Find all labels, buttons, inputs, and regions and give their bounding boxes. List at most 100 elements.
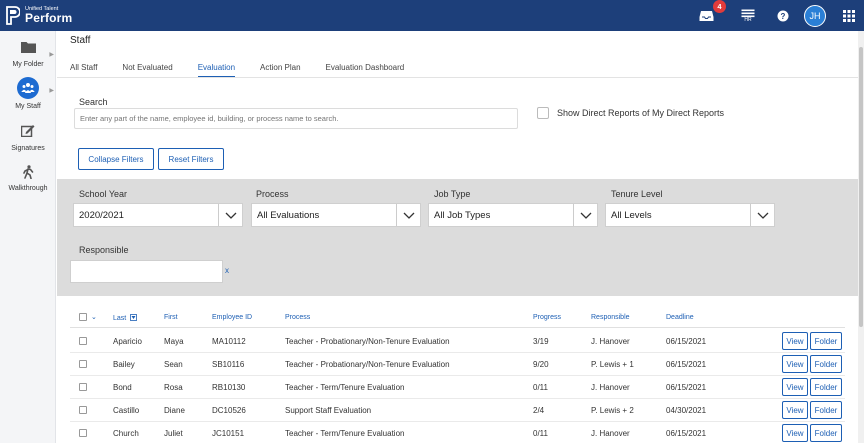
column-header-deadline[interactable]: Deadline xyxy=(666,314,694,321)
row-checkbox[interactable] xyxy=(79,360,87,368)
hr-label: HR xyxy=(744,16,752,23)
cell-last: Bond xyxy=(113,383,132,392)
column-header-employee-id[interactable]: Employee ID xyxy=(212,314,252,321)
tab-not-evaluated[interactable]: Not Evaluated xyxy=(122,63,172,78)
process-label: Process xyxy=(256,189,289,199)
notifications-button[interactable]: 4 xyxy=(696,0,726,26)
sidebar-item-my-staff[interactable]: ▶ My Staff xyxy=(0,77,56,110)
column-header-progress[interactable]: Progress xyxy=(533,314,561,321)
responsible-input[interactable] xyxy=(70,260,223,283)
tenure-level-select[interactable]: All Levels xyxy=(605,203,775,227)
column-header-last[interactable]: Last xyxy=(113,314,138,322)
cell-deadline: 04/30/2021 xyxy=(666,406,707,415)
cell-responsible: J. Hanover xyxy=(591,383,630,392)
cell-first: Diane xyxy=(164,406,185,415)
table-row[interactable]: Castillo Diane DC10526 Support Staff Eva… xyxy=(70,399,845,422)
cell-deadline: 06/15/2021 xyxy=(666,360,707,369)
clear-responsible-button[interactable]: x xyxy=(225,266,229,275)
folder-button[interactable]: Folder xyxy=(810,378,842,396)
apps-menu-button[interactable] xyxy=(840,7,858,25)
column-header-process[interactable]: Process xyxy=(285,314,310,321)
view-button[interactable]: View xyxy=(782,378,808,396)
scrollbar-thumb[interactable] xyxy=(859,47,863,327)
sidebar-item-label: Signatures xyxy=(11,145,45,152)
page-scrollbar[interactable] xyxy=(858,31,864,443)
cell-deadline: 06/15/2021 xyxy=(666,337,707,346)
page-title: Staff xyxy=(70,35,91,46)
sidebar-item-label: My Staff xyxy=(15,103,41,110)
reset-filters-button[interactable]: Reset Filters xyxy=(158,148,224,170)
logo-icon xyxy=(6,6,20,25)
cell-first: Rosa xyxy=(164,383,183,392)
cell-last: Castillo xyxy=(113,406,140,415)
chevron-down-icon xyxy=(573,204,597,226)
cell-progress: 0/11 xyxy=(533,383,548,392)
view-button[interactable]: View xyxy=(782,424,808,442)
tab-evaluation[interactable]: Evaluation xyxy=(197,63,236,78)
column-header-responsible[interactable]: Responsible xyxy=(591,314,630,321)
cell-first: Sean xyxy=(164,360,183,369)
direct-reports-checkbox[interactable] xyxy=(537,107,549,119)
select-all-checkbox[interactable] xyxy=(79,313,87,321)
cell-employee-id: MA10112 xyxy=(212,337,246,346)
cell-deadline: 06/15/2021 xyxy=(666,383,707,392)
cell-progress: 3/19 xyxy=(533,337,549,346)
pen-icon xyxy=(21,125,35,137)
tenure-level-value: All Levels xyxy=(611,209,652,221)
logo-title: Perform xyxy=(25,11,73,26)
row-checkbox[interactable] xyxy=(79,337,87,345)
folder-button[interactable]: Folder xyxy=(810,355,842,373)
help-button[interactable]: ? xyxy=(773,6,793,26)
cell-process: Teacher - Probationary/Non-Tenure Evalua… xyxy=(285,360,450,369)
cell-process: Teacher - Term/Tenure Evaluation xyxy=(285,383,405,392)
folder-button[interactable]: Folder xyxy=(810,424,842,442)
direct-reports-toggle[interactable]: Show Direct Reports of My Direct Reports xyxy=(537,107,724,119)
view-button[interactable]: View xyxy=(782,355,808,373)
sidebar-item-my-folder[interactable]: ▶ My Folder xyxy=(0,41,56,68)
view-button[interactable]: View xyxy=(782,332,808,350)
app-logo[interactable]: Unified Talent Perform xyxy=(6,6,72,25)
cell-responsible: J. Hanover xyxy=(591,337,630,346)
folder-button[interactable]: Folder xyxy=(810,332,842,350)
inbox-icon xyxy=(699,10,713,21)
sidebar-item-walkthrough[interactable]: Walkthrough xyxy=(0,165,56,192)
grid-icon xyxy=(843,9,855,22)
cell-process: Support Staff Evaluation xyxy=(285,406,372,415)
row-checkbox[interactable] xyxy=(79,406,87,414)
user-avatar[interactable]: JH xyxy=(804,4,826,27)
collapse-filters-button[interactable]: Collapse Filters xyxy=(78,148,154,170)
direct-reports-label: Show Direct Reports of My Direct Reports xyxy=(557,108,725,118)
cell-process: Teacher - Probationary/Non-Tenure Evalua… xyxy=(285,337,450,346)
column-header-first[interactable]: First xyxy=(164,314,178,321)
cell-progress: 9/20 xyxy=(533,360,549,369)
walker-icon xyxy=(22,165,33,179)
search-label: Search xyxy=(79,97,108,107)
tab-action-plan[interactable]: Action Plan xyxy=(260,63,300,78)
hr-button[interactable]: HR xyxy=(738,6,758,26)
folder-icon xyxy=(20,42,36,53)
folder-button[interactable]: Folder xyxy=(810,401,842,419)
select-all-chevron-icon[interactable]: ⌄ xyxy=(91,313,97,321)
svg-text:?: ? xyxy=(781,12,786,21)
table-row[interactable]: Bond Rosa RB10130 Teacher - Term/Tenure … xyxy=(70,376,845,399)
top-bar: Unified Talent Perform 4 HR ? JH xyxy=(0,0,864,31)
tab-all-staff[interactable]: All Staff xyxy=(70,63,97,78)
sort-icon xyxy=(130,314,138,321)
row-checkbox[interactable] xyxy=(79,383,87,391)
search-input[interactable] xyxy=(74,108,518,129)
cell-responsible: J. Hanover xyxy=(591,429,630,438)
process-select[interactable]: All Evaluations xyxy=(251,203,421,227)
tab-evaluation-dashboard[interactable]: Evaluation Dashboard xyxy=(326,63,405,78)
sidebar-item-signatures[interactable]: Signatures xyxy=(0,124,56,152)
cell-last: Church xyxy=(113,429,139,438)
view-button[interactable]: View xyxy=(782,401,808,419)
row-checkbox[interactable] xyxy=(79,429,87,437)
cell-employee-id: DC10526 xyxy=(212,406,246,415)
cell-last: Aparicio xyxy=(113,337,142,346)
table-row[interactable]: Bailey Sean SB10116 Teacher - Probationa… xyxy=(70,353,845,376)
table-row[interactable]: Church Juliet JC10151 Teacher - Term/Ten… xyxy=(70,422,845,443)
table-row[interactable]: Aparicio Maya MA10112 Teacher - Probatio… xyxy=(70,330,845,353)
school-year-select[interactable]: 2020/2021 xyxy=(73,203,243,227)
sidebar-item-label: Walkthrough xyxy=(8,185,48,192)
job-type-select[interactable]: All Job Types xyxy=(428,203,598,227)
